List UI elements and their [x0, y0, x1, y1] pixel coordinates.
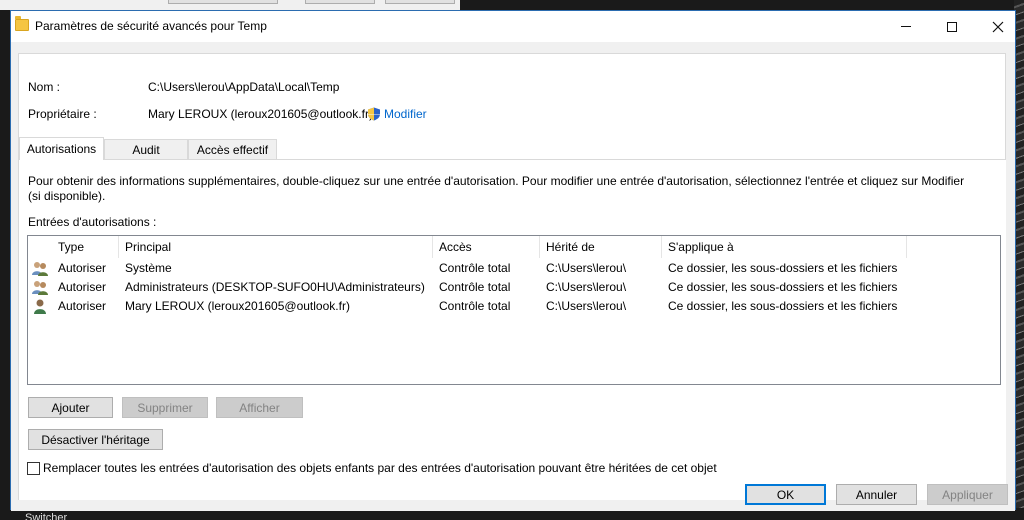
- minimize-icon: [901, 26, 911, 27]
- maximize-button[interactable]: [929, 11, 975, 42]
- content-panel: Nom : C:\Users\lerou\AppData\Local\Temp …: [18, 53, 1006, 500]
- row-applies-to: Ce dossier, les sous-dossiers et les fic…: [668, 280, 898, 294]
- view-button[interactable]: Afficher: [216, 397, 303, 418]
- add-button[interactable]: Ajouter: [28, 397, 113, 418]
- replace-child-permissions-label: Remplacer toutes les entrées d'autorisat…: [43, 461, 717, 475]
- column-header-type[interactable]: Type: [52, 236, 119, 258]
- tab-effective-access[interactable]: Accès effectif: [188, 139, 277, 160]
- owner-label: Propriétaire :: [28, 107, 97, 121]
- row-inherited-from: C:\Users\lerou\: [546, 280, 627, 294]
- column-header-principal[interactable]: Principal: [119, 236, 433, 258]
- maximize-icon: [947, 21, 957, 32]
- tab-permissions[interactable]: Autorisations: [19, 137, 104, 160]
- taskbar-text: Switcher: [25, 512, 68, 520]
- row-applies-to: Ce dossier, les sous-dossiers et les fic…: [668, 261, 898, 275]
- name-label: Nom :: [28, 80, 61, 94]
- row-access: Contrôle total: [439, 280, 511, 294]
- table-row[interactable]: Autoriser Mary LEROUX (leroux201605@outl…: [28, 297, 1000, 316]
- replace-child-permissions-checkbox[interactable]: [27, 462, 40, 475]
- row-principal: Mary LEROUX (leroux201605@outlook.fr): [125, 299, 350, 313]
- table-row[interactable]: Autoriser Système Contrôle total C:\User…: [28, 259, 1000, 278]
- dialog-client-area: Nom : C:\Users\lerou\AppData\Local\Temp …: [11, 42, 1015, 511]
- group-users-icon: [32, 262, 48, 276]
- row-principal: Système: [125, 261, 172, 275]
- folder-icon: [15, 16, 29, 31]
- background-window-fragment: [0, 0, 460, 10]
- row-principal: Administrateurs (DESKTOP-SUFO0HU\Adminis…: [125, 280, 425, 294]
- window-title: Paramètres de sécurité avancés pour Temp: [35, 19, 267, 33]
- modify-owner-link[interactable]: Modifier: [384, 107, 427, 121]
- tab-audit[interactable]: Audit: [104, 139, 188, 160]
- background-button: [385, 0, 455, 4]
- disable-inheritance-button[interactable]: Désactiver l'héritage: [28, 429, 163, 450]
- row-type: Autoriser: [58, 261, 107, 275]
- column-header-access[interactable]: Accès: [433, 236, 540, 258]
- name-value: C:\Users\lerou\AppData\Local\Temp: [148, 80, 340, 94]
- row-type: Autoriser: [58, 280, 107, 294]
- title-bar[interactable]: Paramètres de sécurité avancés pour Temp: [11, 11, 1015, 42]
- list-header: Type Principal Accès Hérité de S'appliqu…: [28, 236, 1000, 258]
- row-inherited-from: C:\Users\lerou\: [546, 299, 627, 313]
- advanced-security-dialog: Paramètres de sécurité avancés pour Temp…: [10, 10, 1016, 511]
- close-button[interactable]: [975, 11, 1021, 42]
- cancel-button[interactable]: Annuler: [836, 484, 917, 505]
- column-header-inherited-from[interactable]: Hérité de: [540, 236, 662, 258]
- ok-button[interactable]: OK: [745, 484, 826, 505]
- background-button: [305, 0, 375, 4]
- row-access: Contrôle total: [439, 261, 511, 275]
- background-button: [168, 0, 278, 4]
- remove-button[interactable]: Supprimer: [122, 397, 208, 418]
- group-users-icon: [32, 281, 48, 295]
- minimize-button[interactable]: [883, 11, 929, 42]
- owner-value: Mary LEROUX (leroux201605@outlook.fr): [148, 107, 373, 121]
- table-row[interactable]: Autoriser Administrateurs (DESKTOP-SUFO0…: [28, 278, 1000, 297]
- row-type: Autoriser: [58, 299, 107, 313]
- row-inherited-from: C:\Users\lerou\: [546, 261, 627, 275]
- permission-entries-label: Entrées d'autorisations :: [28, 215, 157, 229]
- close-icon: [992, 21, 1004, 32]
- uac-shield-icon: [368, 107, 380, 121]
- row-applies-to: Ce dossier, les sous-dossiers et les fic…: [668, 299, 898, 313]
- row-access: Contrôle total: [439, 299, 511, 313]
- column-header-applies-to[interactable]: S'applique à: [662, 236, 907, 258]
- single-user-icon: [34, 299, 46, 314]
- permission-entries-list[interactable]: Type Principal Accès Hérité de S'appliqu…: [27, 235, 1001, 385]
- apply-button[interactable]: Appliquer: [927, 484, 1008, 505]
- instructions-text: Pour obtenir des informations supplément…: [28, 174, 965, 203]
